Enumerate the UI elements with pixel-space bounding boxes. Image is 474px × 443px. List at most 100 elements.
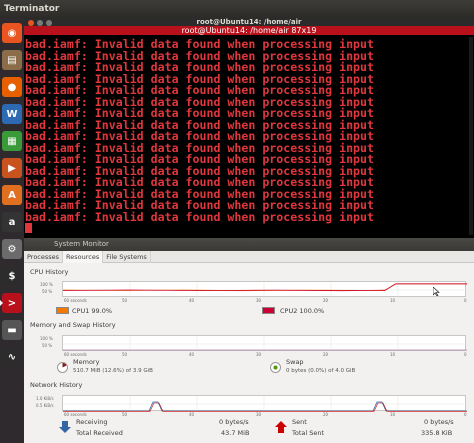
tab-file-systems[interactable]: File Systems: [103, 251, 151, 263]
receiving-arrow-icon[interactable]: [58, 420, 72, 434]
top-panel: Terminator: [0, 0, 474, 18]
cpu-y-top-label: 100 %: [40, 282, 53, 287]
memory-graph-svg: [63, 336, 467, 352]
memory-pie-icon[interactable]: [57, 362, 68, 373]
memory-x-label: 10: [390, 352, 396, 357]
system-monitor-icon[interactable]: ∿: [2, 347, 22, 367]
terminal-icon[interactable]: $: [2, 266, 22, 286]
total-sent-value: 335.8 KiB: [421, 429, 453, 437]
memory-x-label: 40: [189, 352, 195, 357]
cpu-history-label: CPU History: [30, 268, 69, 276]
terminal-cursor: [25, 223, 32, 233]
cpu-x-label: 40: [189, 298, 195, 303]
ubuntu-dash-icon[interactable]: ◉: [2, 23, 22, 43]
network-x-label: 10: [390, 412, 396, 417]
network-y-top-label: 1.0 KiB/s: [36, 396, 54, 401]
network-graph-svg: [63, 396, 467, 412]
terminator-icon[interactable]: >: [0, 293, 22, 313]
settings-icon[interactable]: ⚙: [2, 239, 22, 259]
terminal-output[interactable]: bad.iamf: Invalid data found when proces…: [24, 35, 474, 238]
firefox-icon[interactable]: ●: [2, 77, 22, 97]
impress-icon[interactable]: ▶: [2, 158, 22, 178]
amazon-icon[interactable]: a: [2, 212, 22, 232]
network-x-label: 40: [189, 412, 195, 417]
network-history-label: Network History: [30, 381, 83, 389]
network-x-label: 50: [122, 412, 128, 417]
memory-y-mid-label: 50 %: [42, 343, 53, 348]
terminal-icon-glyph: $: [8, 270, 16, 282]
ubuntu-dash-icon-glyph: ◉: [7, 27, 17, 39]
cpu2-line: [63, 283, 467, 292]
sent-value: 0 bytes/s: [424, 418, 454, 426]
files-icon-glyph: ▤: [7, 54, 17, 66]
window-title: root@Ubuntu14: /home/air: [196, 18, 302, 26]
swap-label: Swap: [286, 358, 304, 366]
memory-label: Memory: [73, 358, 100, 366]
writer-icon[interactable]: W: [2, 104, 22, 124]
network-x-label: 30: [256, 412, 262, 417]
network-history-graph: [62, 395, 467, 412]
receiving-line: [63, 401, 467, 412]
total-sent-label: Total Sent: [292, 429, 325, 437]
memory-x-label: 0: [464, 352, 467, 357]
network-x-label: 60 seconds: [64, 412, 87, 417]
swap-value: 0 bytes (0.0%) of 4.0 GiB: [286, 368, 356, 374]
cpu-x-label: 20: [323, 298, 329, 303]
window-title: System Monitor: [54, 240, 109, 248]
memory-value: 510.7 MiB (12.6%) of 3.9 GiB: [73, 368, 153, 374]
network-x-label: 20: [323, 412, 329, 417]
network-x-label: 0: [464, 412, 467, 417]
mouse-pointer-icon: [433, 287, 440, 296]
memory-y-top-label: 100 %: [40, 336, 53, 341]
usb-drive-icon-glyph: ▬: [7, 324, 17, 336]
tab-processes[interactable]: Processes: [24, 251, 64, 263]
sent-label: Sent: [292, 418, 307, 426]
cpu-history-graph: [62, 281, 467, 298]
tab-bar: Processes Resources File Systems: [24, 251, 474, 263]
memory-history-graph: [62, 335, 467, 352]
system-monitor-icon-glyph: ∿: [7, 351, 17, 363]
writer-icon-glyph: W: [6, 108, 18, 120]
terminal-scrollbar[interactable]: [469, 37, 473, 235]
terminal-tab-header[interactable]: root@Ubuntu14: /home/air 87x19: [24, 26, 474, 35]
terminator-titlebar[interactable]: root@Ubuntu14: /home/air: [24, 18, 474, 26]
network-y-mid-label: 0.5 KiB/s: [36, 403, 54, 408]
sent-arrow-icon[interactable]: [274, 420, 288, 434]
memory-x-label: 50: [122, 352, 128, 357]
cpu-x-label: 0: [464, 298, 467, 303]
cpu2-color-swatch[interactable]: [262, 307, 275, 314]
active-app-name: Terminator: [4, 4, 60, 14]
cpu-x-label: 50: [122, 298, 128, 303]
system-monitor-titlebar[interactable]: System Monitor: [24, 238, 474, 251]
cpu-x-label: 10: [390, 298, 396, 303]
swap-pie-icon[interactable]: [270, 362, 281, 373]
files-icon[interactable]: ▤: [2, 50, 22, 70]
total-received-label: Total Received: [76, 429, 123, 437]
firefox-icon-glyph: ●: [7, 81, 17, 93]
calc-icon[interactable]: ▦: [2, 131, 22, 151]
cpu-x-label: 60 seconds: [64, 298, 87, 303]
software-center-icon[interactable]: A: [2, 185, 22, 205]
memory-x-label: 60 seconds: [64, 352, 87, 357]
receiving-value: 0 bytes/s: [219, 418, 249, 426]
unity-launcher: ◉ ▤ ● W ▦ ▶ Aa ⚙ $ > ▬ ∿: [0, 18, 24, 443]
cpu-y-mid-label: 50 %: [42, 289, 53, 294]
software-center-icon-glyph: A: [8, 189, 16, 201]
cpu-x-label: 30: [256, 298, 262, 303]
memory-x-label: 30: [256, 352, 262, 357]
amazon-icon-glyph: a: [8, 216, 16, 228]
system-monitor-window: System Monitor Processes Resources File Sy…: [24, 238, 474, 443]
terminal-prompt-line: [24, 223, 474, 235]
tab-resources[interactable]: Resources: [63, 251, 104, 263]
usb-drive-icon[interactable]: ▬: [2, 320, 22, 340]
settings-icon-glyph: ⚙: [7, 243, 17, 255]
memory-x-label: 20: [323, 352, 329, 357]
terminator-icon-glyph: >: [7, 297, 17, 309]
terminal-line: bad.iamf: Invalid data found when proces…: [25, 209, 375, 224]
calc-icon-glyph: ▦: [7, 135, 17, 147]
cpu2-legend: CPU2 100.0%: [280, 307, 325, 315]
impress-icon-glyph: ▶: [8, 162, 16, 174]
cpu1-color-swatch[interactable]: [56, 307, 69, 314]
total-received-value: 43.7 MiB: [221, 429, 250, 437]
cpu1-legend: CPU1 99.0%: [72, 307, 113, 315]
